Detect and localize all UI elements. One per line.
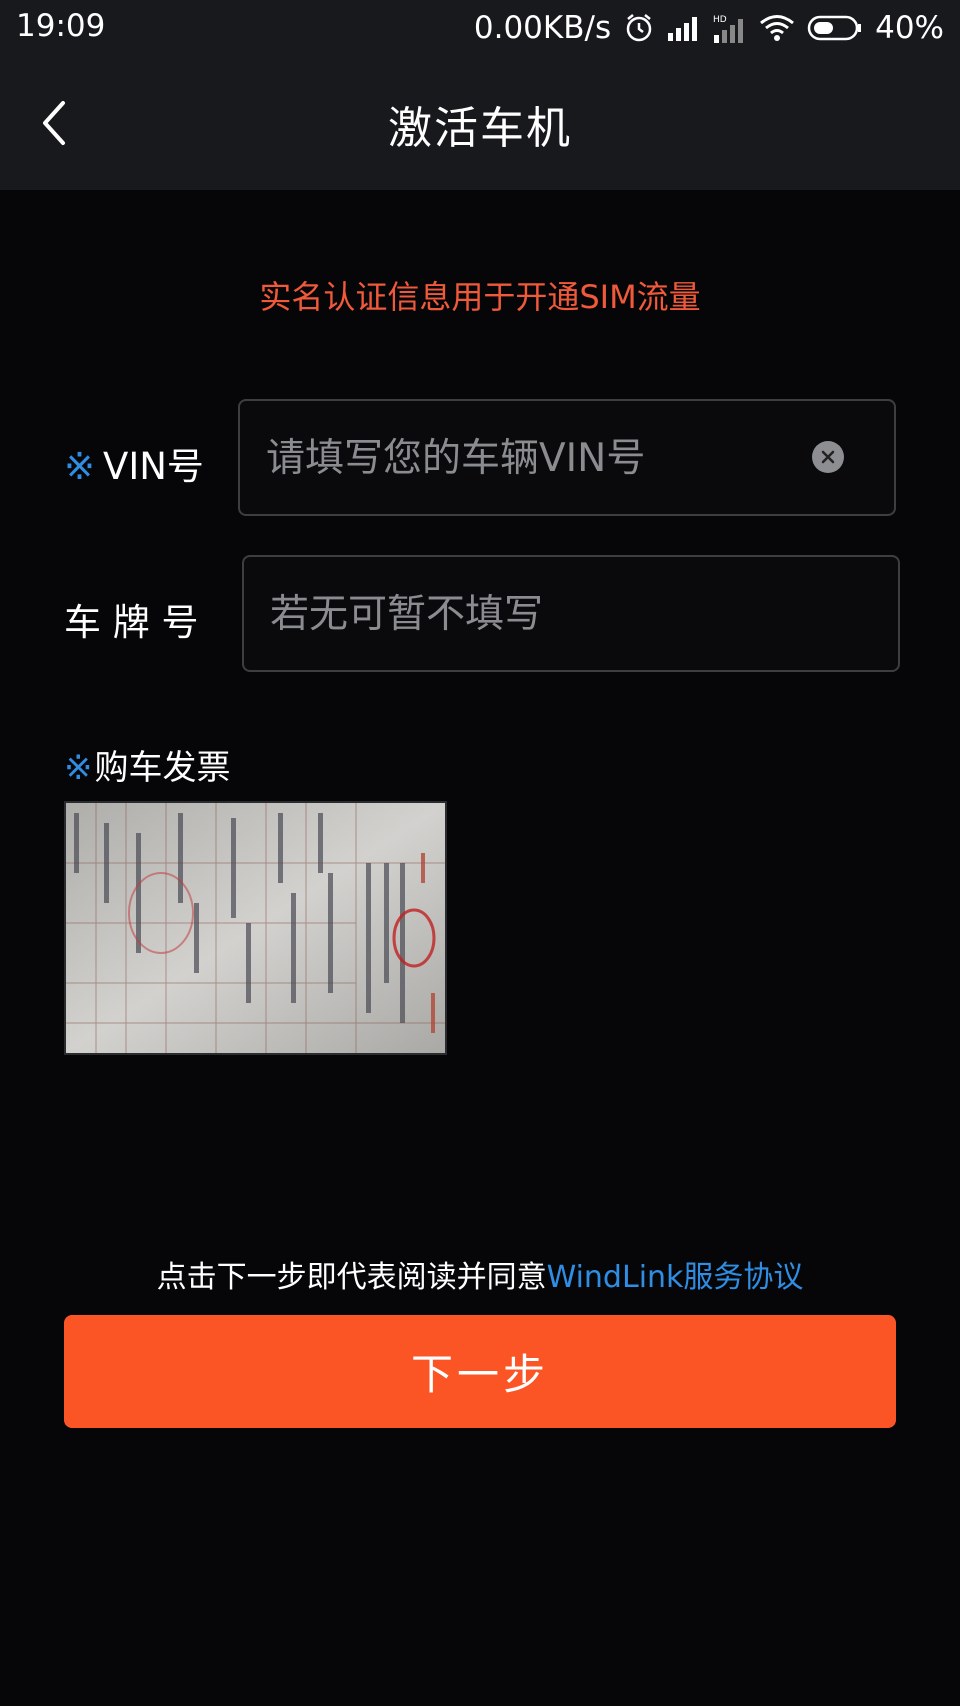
wifi-icon — [759, 14, 795, 42]
alarm-icon — [623, 12, 655, 44]
plate-field[interactable] — [242, 555, 900, 672]
agreement-prefix: 点击下一步即代表阅读并同意 — [156, 1260, 547, 1295]
required-mark: ※ — [64, 748, 93, 788]
invoice-photo[interactable] — [64, 801, 447, 1055]
svg-text:HD: HD — [713, 15, 727, 25]
plate-input[interactable] — [268, 557, 832, 672]
close-icon — [821, 450, 835, 464]
vin-label: ※ VIN号 — [64, 436, 204, 490]
vin-field[interactable] — [238, 399, 896, 516]
sim-notice: 实名认证信息用于开通SIM流量 — [259, 278, 701, 316]
hd-signal-icon: HD — [713, 13, 747, 43]
nav-bar: 激活车机 — [0, 56, 960, 190]
required-mark: ※ — [64, 445, 96, 488]
battery-percent: 40% — [875, 10, 944, 46]
status-time: 19:09 — [16, 8, 106, 44]
page-title: 激活车机 — [388, 103, 572, 154]
invoice-label: ※购车发票 — [64, 740, 231, 789]
network-speed: 0.00KB/s — [473, 10, 612, 46]
invoice-image — [66, 803, 445, 1053]
plate-label: 车 牌 号 — [64, 601, 199, 644]
signal-icon — [667, 15, 701, 41]
vin-label-text: VIN号 — [103, 445, 204, 488]
invoice-label-text: 购车发票 — [94, 748, 231, 788]
status-bar: 19:09 0.00KB/s HD 40% — [0, 0, 960, 56]
agreement-text: 点击下一步即代表阅读并同意WindLink服务协议 — [0, 1252, 960, 1296]
vin-input[interactable] — [264, 401, 828, 516]
clear-vin-button[interactable] — [812, 441, 844, 473]
next-step-button[interactable]: 下一步 — [64, 1315, 896, 1428]
service-agreement-link[interactable]: WindLink服务协议 — [547, 1260, 804, 1295]
status-indicators: 0.00KB/s HD 40% — [474, 8, 944, 48]
battery-icon — [807, 14, 863, 42]
